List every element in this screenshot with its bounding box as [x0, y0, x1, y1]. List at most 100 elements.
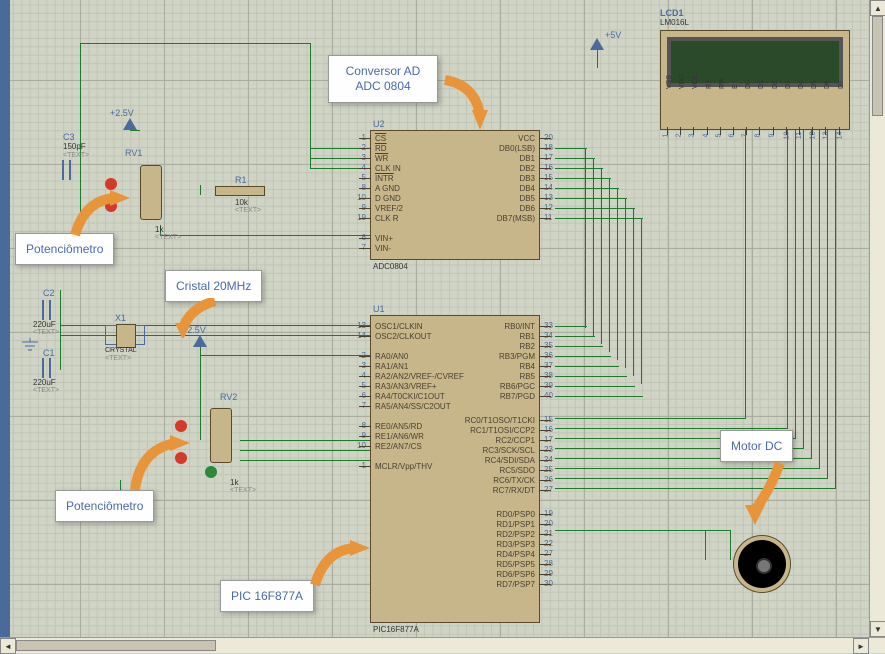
- callout-motor: Motor DC: [720, 430, 793, 462]
- scrollbar-horizontal[interactable]: ◄ ►: [0, 637, 885, 653]
- wire: [555, 148, 587, 149]
- pin-tick: [539, 574, 551, 575]
- pin-tick: [359, 356, 371, 357]
- scroll-thumb[interactable]: [16, 640, 216, 651]
- rv1-ref: RV1: [125, 148, 142, 158]
- pin-label: RD4/PSP4: [496, 550, 535, 559]
- chip-u1[interactable]: U1 PIC16F877A OSC1/CLKIN13OSC2/CLKOUT14R…: [370, 315, 540, 623]
- scroll-up-button[interactable]: ▲: [870, 0, 885, 16]
- pin-tick: [825, 127, 826, 135]
- pot-led-red[interactable]: [105, 178, 117, 190]
- scrollbar-vertical[interactable]: ▲ ▼: [869, 0, 885, 637]
- lcd-pin-number: 3: [689, 134, 696, 138]
- pin-label: RC3/SCK/SCL: [483, 446, 535, 455]
- scroll-left-button[interactable]: ◄: [0, 638, 16, 654]
- lcd-component[interactable]: VSS1VDD2VEE3RS4RW5E6D07D18D29D310D411D51…: [660, 30, 850, 130]
- wire: [641, 218, 642, 384]
- pin-tick: [359, 168, 371, 169]
- lcd-pin-number: 4: [702, 134, 709, 138]
- scroll-right-button[interactable]: ►: [853, 638, 869, 654]
- pin-tick: [812, 127, 813, 135]
- pin-tick: [539, 544, 551, 545]
- wire: [200, 355, 370, 356]
- pin-label: RB7/PGD: [500, 392, 535, 401]
- resistor-r1[interactable]: [215, 186, 265, 196]
- pin-tick: [359, 158, 371, 159]
- wire: [811, 130, 812, 459]
- scroll-thumb[interactable]: [872, 16, 883, 116]
- pin-label: DB5: [519, 194, 535, 203]
- wire: [617, 188, 618, 360]
- pin-label: OSC1/CLKIN: [375, 322, 423, 331]
- pot-led-green[interactable]: [205, 466, 217, 478]
- ground-icon: [20, 338, 40, 352]
- lcd-part: LM016L: [660, 18, 689, 27]
- pot-led-red[interactable]: [175, 420, 187, 432]
- r1-val: 10k: [235, 198, 248, 207]
- motor-dc[interactable]: [738, 540, 786, 588]
- pin-tick: [667, 127, 668, 135]
- pin-label: RC4/SDI/SDA: [485, 456, 535, 465]
- pin-tick: [359, 396, 371, 397]
- wire: [555, 336, 595, 337]
- pin-label: RC1/T1OSI/CCP2: [470, 426, 535, 435]
- pin-label: RB0/INT: [504, 322, 535, 331]
- pin-tick: [539, 490, 551, 491]
- capacitor-icon[interactable]: [38, 358, 68, 378]
- c2-val: 220uF: [33, 320, 56, 329]
- pin-tick: [539, 564, 551, 565]
- scroll-down-button[interactable]: ▼: [870, 621, 885, 637]
- lcd-pin-number: 7: [742, 134, 749, 138]
- pin-label: RB3/PGM: [499, 352, 535, 361]
- x1-txt: <TEXT>: [105, 355, 131, 362]
- capacitor-icon[interactable]: [38, 300, 68, 320]
- pin-label: WR: [375, 154, 388, 163]
- pin-tick: [539, 188, 551, 189]
- wire: [555, 418, 745, 419]
- left-edge-bar: [0, 0, 10, 637]
- pin-tick: [539, 218, 551, 219]
- lcd-pin-label: RS: [706, 79, 713, 89]
- potentiometer-rv1[interactable]: [140, 165, 162, 220]
- arrow-icon: [175, 298, 225, 338]
- crystal-x1[interactable]: [105, 325, 145, 345]
- pin-tick: [359, 198, 371, 199]
- wire: [819, 130, 820, 469]
- pin-label: RA2/AN2/VREF-/CVREF: [375, 372, 464, 381]
- wire: [240, 450, 370, 451]
- chip-u2[interactable]: U2 ADC0804 CS1RD2WR3CLK IN4INTR5A GND8D …: [370, 130, 540, 260]
- wire: [555, 376, 627, 377]
- pin-tick: [359, 218, 371, 219]
- wire: [827, 130, 828, 479]
- pin-tick: [539, 138, 551, 139]
- potentiometer-rv2[interactable]: [210, 408, 232, 463]
- pin-tick: [539, 356, 551, 357]
- wire: [601, 168, 602, 344]
- wire: [803, 130, 804, 449]
- pin-tick: [539, 480, 551, 481]
- pin-tick: [359, 188, 371, 189]
- capacitor-icon[interactable]: [58, 160, 88, 180]
- lcd-pin-label: E: [732, 84, 739, 89]
- wire: [160, 235, 370, 236]
- wire: [705, 530, 706, 560]
- pin-tick: [359, 466, 371, 467]
- r1-ref: R1: [235, 175, 247, 185]
- lcd-pin-number: 2: [676, 134, 683, 138]
- pin-tick: [539, 366, 551, 367]
- pin-label: RB4: [519, 362, 535, 371]
- pin-label: CS: [375, 134, 386, 143]
- wire: [555, 218, 643, 219]
- pin-tick: [786, 127, 787, 135]
- wire: [555, 198, 627, 199]
- lcd-pin-number: 8: [755, 134, 762, 138]
- pin-label: RD3/PSP3: [496, 540, 535, 549]
- pin-tick: [720, 127, 721, 135]
- pin-tick: [799, 127, 800, 135]
- pin-tick: [539, 198, 551, 199]
- pin-tick: [539, 524, 551, 525]
- pin-label: RD1/PSP1: [496, 520, 535, 529]
- pin-label: RB5: [519, 372, 535, 381]
- pin-tick: [539, 148, 551, 149]
- wire: [555, 366, 619, 367]
